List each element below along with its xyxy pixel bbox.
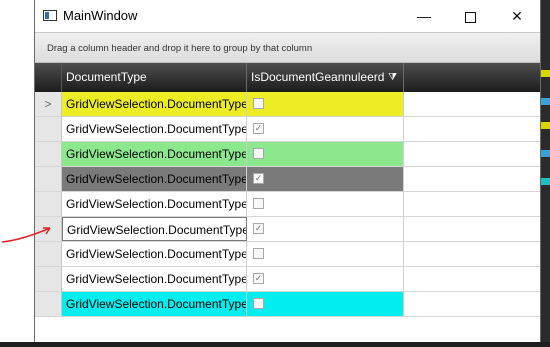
column-header-label: IsDocumentGeannuleerd (251, 70, 385, 84)
current-row-indicator[interactable]: > (35, 92, 62, 116)
minimize-button[interactable]: — (401, 0, 447, 32)
cell-documenttype[interactable]: GridViewSelection.DocumentType (62, 117, 247, 141)
cell-documenttype[interactable]: GridViewSelection.DocumentType (62, 217, 247, 241)
title-bar: MainWindow — ✕ (35, 0, 540, 32)
row-indicator[interactable] (35, 267, 62, 291)
column-header-isdocumentgeannuleerd[interactable]: IsDocumentGeannuleerd ⧩ (247, 63, 404, 92)
background-app-strip (540, 0, 550, 347)
main-window: MainWindow — ✕ Drag a column header and … (34, 0, 541, 342)
cell-isdocumentgeannuleerd: ✓ (247, 167, 404, 191)
table-row[interactable]: GridViewSelection.DocumentType ✓ (35, 117, 540, 142)
cell-documenttype[interactable]: GridViewSelection.DocumentType (62, 92, 247, 116)
cell-isdocumentgeannuleerd (247, 192, 404, 216)
table-row[interactable]: GridViewSelection.DocumentType (35, 142, 540, 167)
table-row[interactable]: GridViewSelection.DocumentType ✓ (35, 217, 540, 242)
group-panel-hint: Drag a column header and drop it here to… (47, 43, 313, 54)
column-header-documenttype[interactable]: DocumentType (62, 63, 247, 92)
checkbox-unchecked[interactable] (253, 298, 264, 309)
checkbox-unchecked[interactable] (253, 98, 264, 109)
table-row[interactable]: GridViewSelection.DocumentType (35, 242, 540, 267)
checkbox-checked[interactable]: ✓ (253, 223, 264, 234)
cell-isdocumentgeannuleerd: ✓ (247, 117, 404, 141)
cell-isdocumentgeannuleerd: ✓ (247, 267, 404, 291)
row-indicator[interactable] (35, 292, 62, 316)
maximize-button[interactable] (447, 0, 493, 32)
window-icon (43, 10, 57, 21)
cell-documenttype[interactable]: GridViewSelection.DocumentType (62, 242, 247, 266)
grid-header: DocumentType IsDocumentGeannuleerd ⧩ (35, 63, 540, 92)
cell-documenttype[interactable]: GridViewSelection.DocumentType (62, 142, 247, 166)
cell-documenttype[interactable]: GridViewSelection.DocumentType (62, 167, 247, 191)
row-indicator[interactable] (35, 117, 62, 141)
cell-isdocumentgeannuleerd (247, 92, 404, 116)
checkbox-checked[interactable]: ✓ (253, 123, 264, 134)
table-row[interactable]: GridViewSelection.DocumentType (35, 192, 540, 217)
checkbox-checked[interactable]: ✓ (253, 273, 264, 284)
row-indicator[interactable] (35, 142, 62, 166)
cell-documenttype[interactable]: GridViewSelection.DocumentType (62, 267, 247, 291)
cell-isdocumentgeannuleerd (247, 292, 404, 316)
cell-isdocumentgeannuleerd (247, 242, 404, 266)
table-row[interactable]: > GridViewSelection.DocumentType (35, 92, 540, 117)
checkbox-unchecked[interactable] (253, 248, 264, 259)
cell-documenttype[interactable]: GridViewSelection.DocumentType (62, 192, 247, 216)
background-taskbar (0, 342, 550, 347)
annotation-arrow (1, 227, 51, 243)
header-indent-cell (35, 63, 62, 92)
cell-isdocumentgeannuleerd: ✓ (247, 217, 404, 241)
checkbox-unchecked[interactable] (253, 148, 264, 159)
checkbox-checked[interactable]: ✓ (253, 173, 264, 184)
table-row[interactable]: GridViewSelection.DocumentType (35, 292, 540, 317)
filter-icon[interactable]: ⧩ (388, 63, 397, 92)
row-indicator[interactable] (35, 167, 62, 191)
group-panel[interactable]: Drag a column header and drop it here to… (35, 32, 540, 63)
checkbox-unchecked[interactable] (253, 198, 264, 209)
table-row[interactable]: GridViewSelection.DocumentType ✓ (35, 267, 540, 292)
close-button[interactable]: ✕ (494, 0, 540, 32)
table-row[interactable]: GridViewSelection.DocumentType ✓ (35, 167, 540, 192)
window-title: MainWindow (63, 8, 138, 23)
row-indicator[interactable] (35, 192, 62, 216)
cell-documenttype[interactable]: GridViewSelection.DocumentType (62, 292, 247, 316)
cell-isdocumentgeannuleerd (247, 142, 404, 166)
maximize-icon (464, 11, 476, 23)
